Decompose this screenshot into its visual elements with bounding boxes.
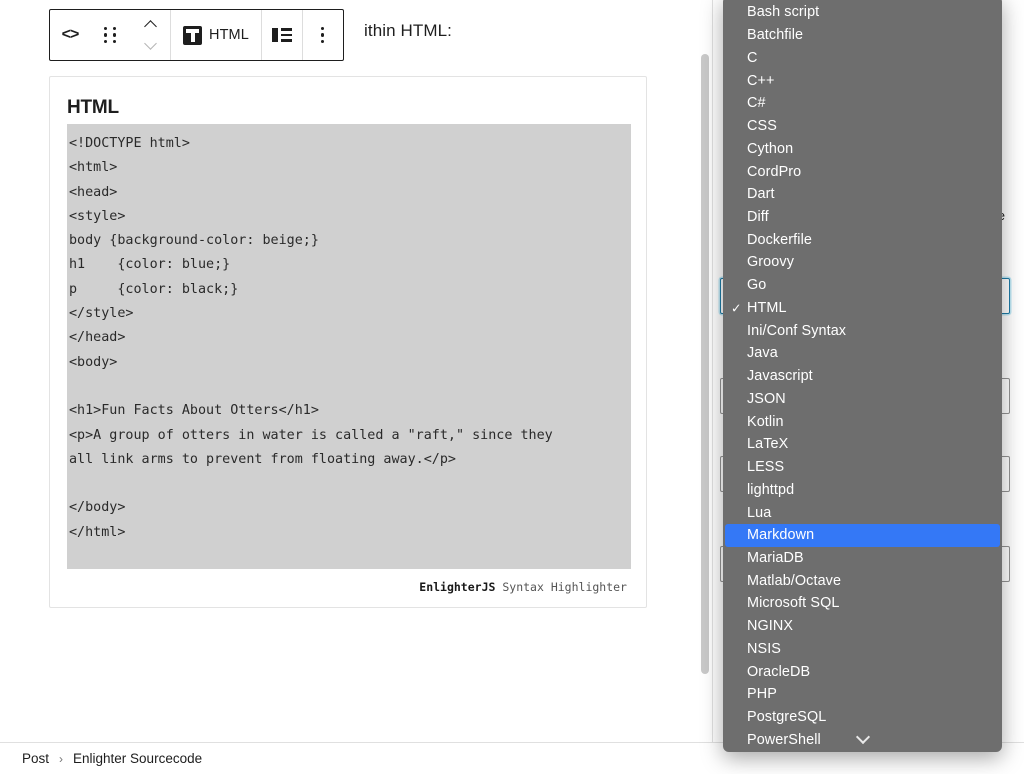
drag-handle-button[interactable] (90, 10, 130, 60)
align-icon (272, 28, 292, 42)
more-options-button[interactable] (303, 10, 343, 60)
language-option[interactable]: Go (723, 274, 1002, 297)
enlighter-sourcecode-block[interactable]: HTML <!DOCTYPE html> <html> <head> <styl… (49, 76, 647, 608)
language-option[interactable]: Diff (723, 206, 1002, 229)
code-footer-brand: EnlighterJS (419, 580, 495, 594)
code-line: </html> (69, 521, 631, 545)
drag-handle-icon (104, 27, 117, 43)
mover-stack (145, 20, 156, 50)
code-area[interactable]: <!DOCTYPE html> <html> <head> <style> bo… (67, 124, 631, 569)
popup-scroll-down-button[interactable] (723, 728, 1002, 748)
chevron-down-icon[interactable] (145, 39, 156, 50)
language-option[interactable]: CordPro (723, 160, 1002, 183)
language-option[interactable]: Lua (723, 501, 1002, 524)
code-line: </style> (69, 302, 631, 326)
code-line (69, 472, 631, 496)
language-option[interactable]: Markdown (725, 524, 1000, 547)
code-line: body {background-color: beige;} (69, 229, 631, 253)
language-option[interactable]: Java (723, 342, 1002, 365)
language-option[interactable]: Cython (723, 137, 1002, 160)
code-line: </body> (69, 496, 631, 520)
chevron-up-icon[interactable] (145, 20, 156, 31)
code-footer-text: Syntax Highlighter (495, 580, 627, 594)
code-line: <head> (69, 181, 631, 205)
language-option[interactable]: Ini/Conf Syntax (723, 319, 1002, 342)
language-selector-label: HTML (209, 27, 249, 43)
language-option[interactable]: JSON (723, 387, 1002, 410)
language-option[interactable]: Microsoft SQL (723, 592, 1002, 615)
language-option[interactable]: C# (723, 92, 1002, 115)
breadcrumb-separator-icon: › (59, 752, 63, 766)
language-option[interactable]: Groovy (723, 251, 1002, 274)
language-dropdown-popup[interactable]: Bash scriptBatchfileCC++C#CSSCythonCordP… (723, 0, 1002, 752)
app-root: ithin HTML: <> (0, 0, 1024, 774)
code-icon: <> (62, 26, 79, 44)
code-line (69, 375, 631, 399)
block-toolbar: <> HTML (49, 9, 344, 61)
toolbar-group-align (262, 10, 303, 60)
code-line: </head> (69, 326, 631, 350)
language-option[interactable]: Dockerfile (723, 228, 1002, 251)
language-option[interactable]: Kotlin (723, 410, 1002, 433)
language-option-list: Bash scriptBatchfileCC++C#CSSCythonCordP… (723, 1, 1002, 751)
language-option[interactable]: Javascript (723, 365, 1002, 388)
language-option[interactable]: PostgreSQL (723, 706, 1002, 729)
language-option[interactable]: OracleDB (723, 660, 1002, 683)
language-option[interactable]: NGINX (723, 615, 1002, 638)
paragraph-text[interactable]: ithin HTML: (364, 21, 452, 41)
enlighter-block-icon (183, 26, 202, 45)
language-option[interactable]: NSIS (723, 638, 1002, 661)
toolbar-group-more (303, 10, 343, 60)
language-option[interactable]: Batchfile (723, 24, 1002, 47)
language-option[interactable]: Matlab/Octave (723, 569, 1002, 592)
code-line: <style> (69, 205, 631, 229)
language-option[interactable]: HTML (723, 297, 1002, 320)
code-line: <p>A group of otters in water is called … (69, 424, 631, 448)
block-mover-buttons[interactable] (130, 10, 170, 60)
language-option[interactable]: LESS (723, 456, 1002, 479)
language-option[interactable]: C++ (723, 69, 1002, 92)
language-option[interactable]: lighttpd (723, 478, 1002, 501)
code-block-footer: EnlighterJS Syntax Highlighter (419, 580, 627, 594)
code-block-title: HTML (67, 97, 119, 119)
chevron-down-icon (857, 732, 869, 744)
editor-scrollbar-thumb[interactable] (701, 54, 709, 674)
align-button[interactable] (262, 10, 302, 60)
block-type-code-button[interactable]: <> (50, 10, 90, 60)
code-line: <h1>Fun Facts About Otters</h1> (69, 399, 631, 423)
language-option[interactable]: CSS (723, 115, 1002, 138)
more-options-icon (321, 27, 324, 43)
code-line: <body> (69, 351, 631, 375)
code-line: h1 {color: blue;} (69, 253, 631, 277)
toolbar-group-block-type: HTML (171, 10, 262, 60)
code-line: all link arms to prevent from floating a… (69, 448, 631, 472)
language-option[interactable]: LaTeX (723, 433, 1002, 456)
language-selector-button[interactable]: HTML (171, 10, 261, 60)
language-option[interactable]: Dart (723, 183, 1002, 206)
toolbar-group-block-controls: <> (50, 10, 171, 60)
language-option[interactable]: MariaDB (723, 547, 1002, 570)
language-option[interactable]: Bash script (723, 1, 1002, 24)
code-line: <html> (69, 156, 631, 180)
breadcrumb-root[interactable]: Post (22, 751, 49, 766)
code-line: <!DOCTYPE html> (69, 132, 631, 156)
language-option[interactable]: PHP (723, 683, 1002, 706)
language-option[interactable]: C (723, 46, 1002, 69)
code-line: p {color: black;} (69, 278, 631, 302)
breadcrumb-current[interactable]: Enlighter Sourcecode (73, 751, 202, 766)
editor-canvas: ithin HTML: <> (0, 0, 700, 742)
